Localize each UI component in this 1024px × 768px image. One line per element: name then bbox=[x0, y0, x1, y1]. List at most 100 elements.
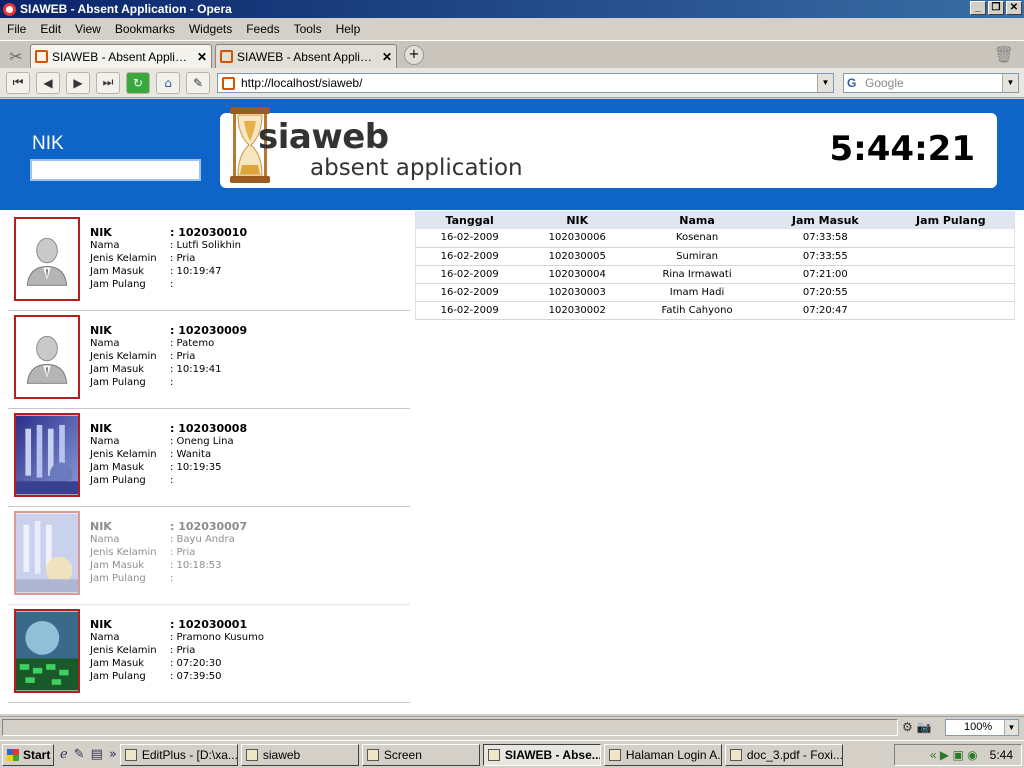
rewind-button[interactable]: ⏮ bbox=[6, 71, 30, 94]
camera-icon[interactable]: 📷 bbox=[917, 720, 932, 734]
menu-file[interactable]: File bbox=[0, 22, 33, 36]
tray-icons[interactable]: « ▶ ▣ ◉ bbox=[930, 748, 978, 762]
task-label: Screen bbox=[383, 747, 422, 762]
jam-masuk-field-label: Jam Masuk bbox=[90, 560, 145, 571]
ie-icon[interactable]: ℯ bbox=[60, 747, 68, 762]
gender-field-label: Jenis Kelamin bbox=[90, 253, 157, 264]
more-chevron-icon[interactable]: » bbox=[109, 747, 117, 762]
tab-siaweb-1[interactable]: SIAWEB - Absent Application ✕ bbox=[30, 44, 212, 68]
nama-field-label: Nama bbox=[90, 338, 120, 349]
tray-clock: 5:44 bbox=[989, 748, 1013, 762]
photo-image bbox=[16, 415, 78, 495]
task-halaman-login[interactable]: Halaman Login A... bbox=[603, 743, 722, 766]
zoom-select[interactable]: 100% ▼ bbox=[945, 719, 1019, 736]
nik-value: : 102030007 bbox=[170, 520, 248, 533]
employee-card: NIK: 102030010 Nama: Lutfi Solikhin Jeni… bbox=[8, 213, 410, 311]
menu-tools[interactable]: Tools bbox=[287, 22, 329, 36]
start-button[interactable]: Start bbox=[2, 743, 54, 766]
search-field[interactable]: G Google ▼ bbox=[843, 73, 1019, 93]
nik-value: : 102030001 bbox=[170, 618, 248, 631]
gender-field-label: Jenis Kelamin bbox=[90, 351, 157, 362]
nama-value: : Patemo bbox=[170, 338, 215, 349]
task-screen-folder[interactable]: Screen bbox=[361, 743, 480, 766]
folder-icon[interactable]: ▤ bbox=[91, 747, 103, 762]
address-dropdown-icon[interactable]: ▼ bbox=[817, 74, 833, 92]
person-placeholder-icon bbox=[16, 317, 78, 397]
start-label: Start bbox=[23, 747, 51, 762]
edit-button[interactable]: ✎ bbox=[186, 71, 210, 94]
gender-field-label: Jenis Kelamin bbox=[90, 449, 157, 460]
nik-label: NIK bbox=[32, 133, 64, 154]
jam-pulang-field-label: Jam Pulang bbox=[90, 377, 146, 388]
column-header-nik: NIK bbox=[523, 211, 632, 229]
nik-value: : 102030008 bbox=[170, 422, 248, 435]
table-row: 16-02-2009 102030003 Imam Hadi 07:20:55 bbox=[415, 283, 1015, 302]
task-foxit[interactable]: doc_3.pdf - Foxi... bbox=[724, 743, 843, 766]
task-siaweb-folder[interactable]: siaweb bbox=[240, 743, 359, 766]
table-row: 16-02-2009 102030002 Fatih Cahyono 07:20… bbox=[415, 301, 1015, 320]
back-button[interactable]: ◀ bbox=[36, 71, 60, 94]
cell-nama: Fatih Cahyono bbox=[631, 301, 763, 320]
attendance-table: Tanggal NIK Nama Jam Masuk Jam Pulang 16… bbox=[415, 211, 1015, 320]
nama-value: : Lutfi Solikhin bbox=[170, 240, 241, 251]
close-button[interactable]: ✕ bbox=[1006, 1, 1022, 15]
menu-widgets[interactable]: Widgets bbox=[182, 22, 239, 36]
close-tab-icon[interactable]: ✕ bbox=[382, 50, 392, 64]
nik-value: : 102030009 bbox=[170, 324, 248, 337]
reload-button[interactable]: ↻ bbox=[126, 71, 150, 94]
cell-nik: 102030002 bbox=[523, 301, 632, 320]
fast-forward-button[interactable]: ⏭ bbox=[96, 71, 120, 94]
network-icon[interactable]: ⚙ bbox=[902, 720, 913, 734]
tab-label: SIAWEB - Absent Applicati... bbox=[237, 49, 378, 64]
task-editplus[interactable]: EditPlus - [D:\xa... bbox=[119, 743, 238, 766]
search-engine-dropdown-icon[interactable]: ▼ bbox=[1002, 74, 1018, 92]
cell-jam-masuk: 07:33:58 bbox=[762, 229, 888, 248]
window-title: SIAWEB - Absent Application - Opera bbox=[20, 2, 232, 16]
menu-help[interactable]: Help bbox=[329, 22, 368, 36]
nik-input[interactable] bbox=[30, 159, 201, 181]
status-text-field bbox=[2, 719, 898, 736]
maximize-button[interactable]: ❐ bbox=[988, 1, 1004, 15]
avatar bbox=[14, 511, 80, 595]
task-label: EditPlus - [D:\xa... bbox=[141, 747, 238, 762]
cell-tanggal: 16-02-2009 bbox=[415, 283, 524, 302]
employee-card: NIK: 102030008 Nama: Oneng Lina Jenis Ke… bbox=[8, 409, 410, 507]
nama-field-label: Nama bbox=[90, 240, 120, 251]
avatar bbox=[14, 217, 80, 301]
person-placeholder-icon bbox=[16, 219, 78, 299]
cell-jam-masuk: 07:33:55 bbox=[762, 247, 888, 266]
page-viewport: NIK siaweb absent application 5:44:21 NI… bbox=[0, 99, 1024, 714]
gender-value: : Pria bbox=[170, 645, 196, 656]
panel-toggle-icon[interactable]: ✂ bbox=[2, 44, 30, 68]
logo-panel: siaweb absent application 5:44:21 bbox=[220, 107, 997, 188]
gender-value: : Pria bbox=[170, 547, 196, 558]
close-tab-icon[interactable]: ✕ bbox=[197, 50, 207, 64]
address-bar[interactable]: http://localhost/siaweb/ ▼ bbox=[217, 73, 834, 93]
folder-icon bbox=[366, 748, 379, 761]
nik-value: : 102030010 bbox=[170, 226, 248, 239]
zoom-dropdown-icon[interactable]: ▼ bbox=[1004, 720, 1018, 735]
new-tab-button[interactable]: + bbox=[404, 45, 424, 65]
forward-button[interactable]: ▶ bbox=[66, 71, 90, 94]
menu-bookmarks[interactable]: Bookmarks bbox=[108, 22, 182, 36]
jam-masuk-field-label: Jam Masuk bbox=[90, 266, 145, 277]
menu-view[interactable]: View bbox=[68, 22, 108, 36]
menu-feeds[interactable]: Feeds bbox=[239, 22, 286, 36]
task-label: siaweb bbox=[262, 747, 301, 762]
title-bar: SIAWEB - Absent Application - Opera _ ❐ … bbox=[0, 0, 1024, 18]
url-text: http://localhost/siaweb/ bbox=[241, 76, 363, 90]
trash-icon[interactable]: 🗑 bbox=[994, 45, 1014, 64]
gender-value: : Wanita bbox=[170, 449, 212, 460]
minimize-button[interactable]: _ bbox=[970, 1, 986, 15]
jam-masuk-value: : 10:19:41 bbox=[170, 364, 222, 375]
jam-pulang-value: : bbox=[170, 377, 174, 388]
jam-masuk-value: : 10:18:53 bbox=[170, 560, 222, 571]
cell-nik: 102030005 bbox=[523, 247, 632, 266]
task-opera[interactable]: SIAWEB - Abse... bbox=[482, 743, 601, 766]
home-button[interactable]: ⌂ bbox=[156, 71, 180, 94]
notes-icon[interactable]: ✎ bbox=[74, 747, 85, 762]
tab-siaweb-2[interactable]: SIAWEB - Absent Applicati... ✕ bbox=[215, 44, 397, 68]
menu-edit[interactable]: Edit bbox=[33, 22, 68, 36]
employee-list: NIK: 102030010 Nama: Lutfi Solikhin Jeni… bbox=[8, 213, 410, 703]
jam-masuk-value: : 10:19:35 bbox=[170, 462, 222, 473]
